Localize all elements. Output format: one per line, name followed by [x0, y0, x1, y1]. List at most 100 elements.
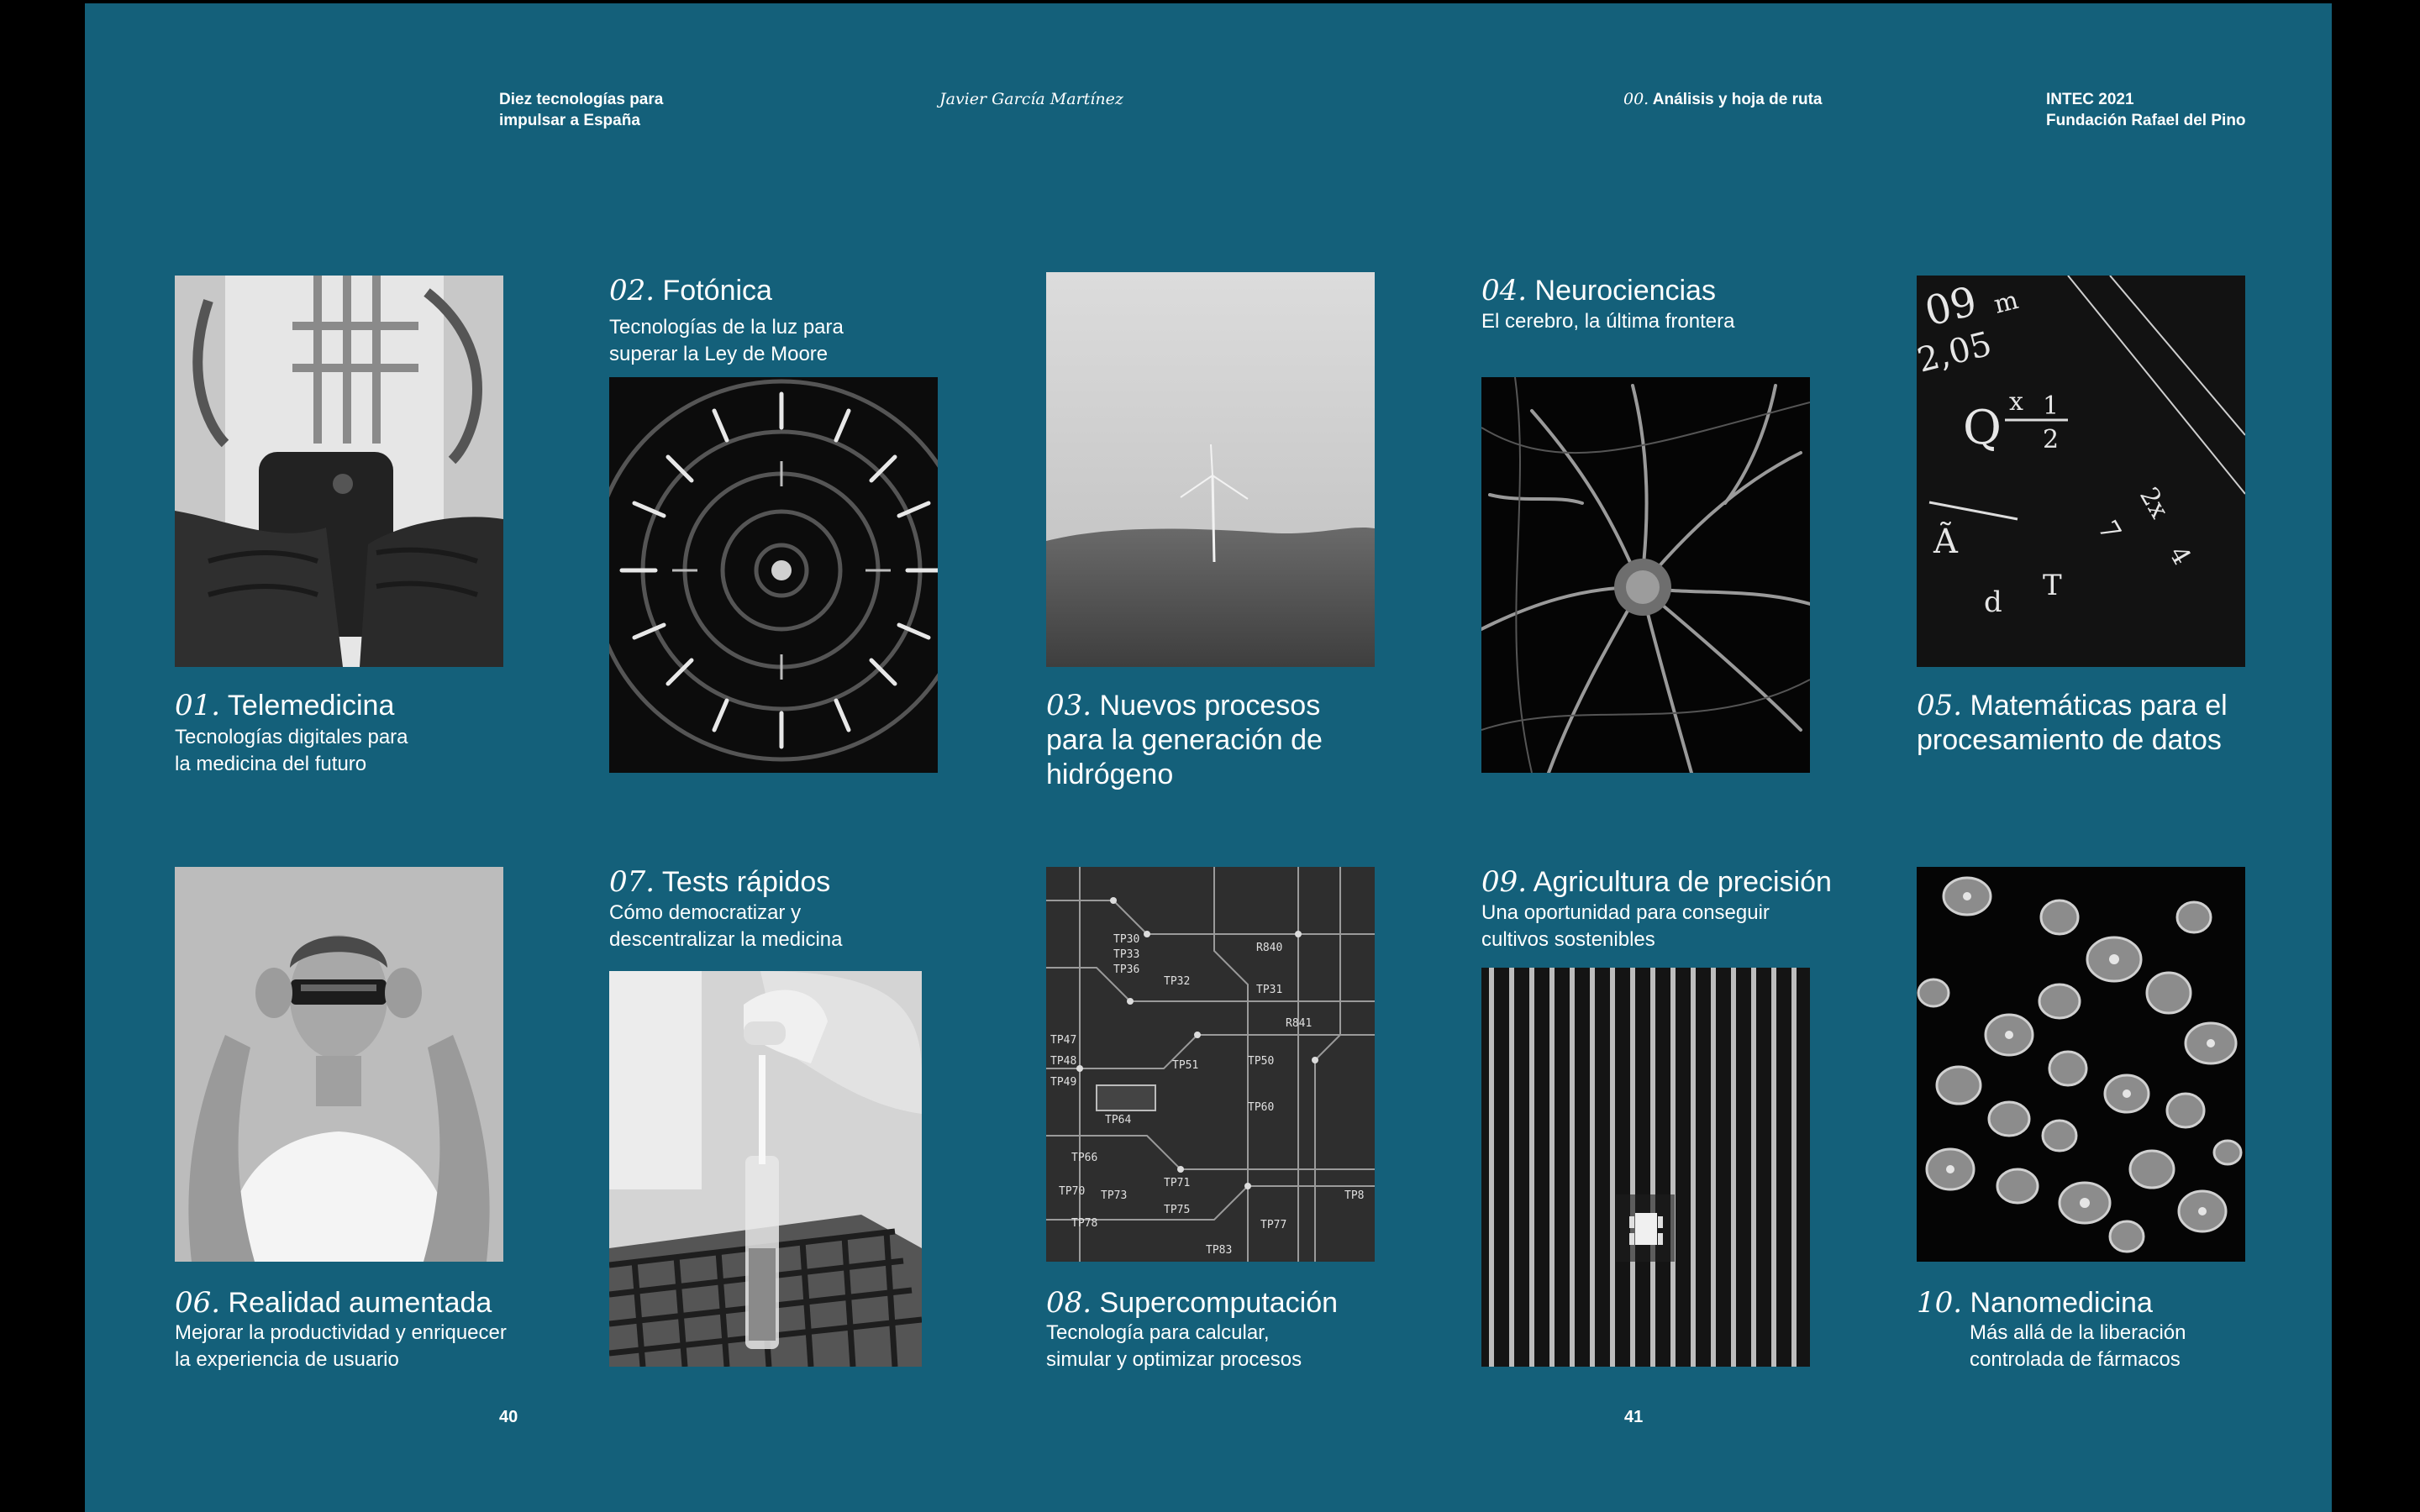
item-07-subtitle: Cómo democratizar y descentralizar la me…	[609, 900, 842, 953]
item-07-sub1: Cómo democratizar y	[609, 901, 802, 924]
item-06-subtitle: Mejorar la productividad y enriquecer la…	[175, 1320, 507, 1373]
page-number-right: 41	[1624, 1408, 1644, 1426]
item-06-sub2: la experiencia de usuario	[175, 1348, 399, 1371]
item-10-title-text: Nanomedicina	[1970, 1287, 2153, 1319]
chalk-text-7: Q	[1963, 401, 2002, 455]
item-06-sub1: Mejorar la productividad y enriquecer	[175, 1321, 507, 1344]
circuit-label-14: TP64	[1105, 1114, 1131, 1126]
circuit-label-17: TP73	[1101, 1189, 1127, 1202]
item-09-subtitle: Una oportunidad para conseguir cultivos …	[1481, 900, 1770, 953]
item-02-title-text: Fotónica	[662, 275, 772, 307]
item-10-sub2: controlada de fármacos	[1970, 1348, 2181, 1371]
item-09-number: 09.	[1481, 865, 1528, 899]
item-04-sub1: El cerebro, la última frontera	[1481, 310, 1735, 333]
image-radial-light-ceiling	[609, 377, 938, 773]
circuit-label-21: TP78	[1071, 1217, 1097, 1230]
item-01-title-text: Telemedicina	[227, 690, 395, 722]
book-title-line2: impulsar a España	[499, 112, 640, 129]
image-circuit-board: TP30 TP33 TP36 TP32 R840 TP31 R841 TP47 …	[1046, 867, 1375, 1262]
item-01-number: 01.	[175, 689, 221, 722]
item-02-number: 02.	[609, 274, 655, 307]
item-09-title-text: Agricultura de precisión	[1533, 866, 1832, 898]
item-08-number: 08.	[1046, 1286, 1092, 1320]
chalk-text-6: 2	[2043, 425, 2059, 454]
circuit-label-5: R840	[1256, 942, 1282, 954]
item-03-title-line2: para la generación de	[1046, 724, 1323, 756]
circuit-label-4: TP32	[1164, 975, 1190, 988]
author-name: Javier García Martínez	[939, 90, 1123, 108]
item-02-sub2: superar la Ley de Moore	[609, 343, 829, 365]
section-number: 00.	[1623, 90, 1649, 108]
item-01-subtitle: Tecnologías digitales para la medicina d…	[175, 724, 408, 778]
item-10-subtitle: Más allá de la liberación controlada de …	[1970, 1320, 2186, 1373]
item-02-title: 02. Fotónica	[609, 274, 772, 308]
circuit-label-18: TP71	[1164, 1177, 1190, 1189]
image-chalkboard-equations: 09 m 2,05 x 1 2 Q 7 2x 4 Ã d T	[1917, 276, 2245, 667]
page-number-left: 40	[499, 1408, 518, 1426]
circuit-label-12: TP50	[1248, 1055, 1274, 1068]
item-09-sub1: Una oportunidad para conseguir	[1481, 901, 1770, 924]
item-05-number: 05.	[1917, 689, 1963, 722]
circuit-label-9: TP48	[1050, 1055, 1076, 1068]
item-09-sub2: cultivos sostenibles	[1481, 928, 1655, 951]
item-08-sub1: Tecnología para calcular,	[1046, 1321, 1270, 1344]
image-doctor-smartphone	[175, 276, 503, 667]
circuit-label-13: TP60	[1248, 1101, 1274, 1114]
section-title: Análisis y hoja de ruta	[1652, 91, 1823, 108]
circuit-label-11: TP51	[1172, 1059, 1198, 1072]
circuit-label-7: R841	[1286, 1017, 1312, 1030]
item-01-sub2: la medicina del futuro	[175, 753, 367, 775]
image-wind-turbine-landscape	[1046, 272, 1375, 667]
item-07-number: 07.	[609, 865, 655, 899]
item-10-sub1: Más allá de la liberación	[1970, 1321, 2186, 1344]
author: Javier García Martínez	[939, 89, 1123, 110]
item-04-subtitle: El cerebro, la última frontera	[1481, 308, 1734, 335]
item-08-title: 08. Supercomputación	[1046, 1286, 1338, 1320]
circuit-label-3: TP36	[1113, 963, 1139, 976]
spread-page: Diez tecnologías para impulsar a España …	[85, 3, 2332, 1512]
item-06-title: 06. Realidad aumentada	[175, 1286, 492, 1320]
item-08-title-text: Supercomputación	[1099, 1287, 1339, 1319]
item-05-title: 05. Matemáticas para el procesamiento de…	[1917, 689, 2228, 758]
item-06-number: 06.	[175, 1286, 221, 1320]
item-04-title-text: Neurociencias	[1534, 275, 1716, 307]
item-07-title-text: Tests rápidos	[661, 866, 831, 898]
circuit-label-8: TP47	[1050, 1034, 1076, 1047]
item-01-sub1: Tecnologías digitales para	[175, 726, 408, 748]
circuit-label-16: TP70	[1059, 1185, 1085, 1198]
item-09-title: 09. Agricultura de precisión	[1481, 865, 1832, 900]
circuit-label-2: TP33	[1113, 948, 1139, 961]
image-neuron	[1481, 377, 1810, 773]
item-04-title: 04. Neurociencias	[1481, 274, 1716, 308]
item-10-title: 10. Nanomedicina	[1917, 1286, 2153, 1320]
item-05-title-line2: procesamiento de datos	[1917, 724, 2222, 756]
item-04-number: 04.	[1481, 274, 1528, 307]
org-line1: INTEC 2021	[2046, 91, 2134, 108]
image-cells-microscopy	[1917, 867, 2245, 1262]
item-03-title-line1: Nuevos procesos	[1099, 690, 1321, 722]
circuit-label-23: TP8	[1344, 1189, 1364, 1202]
section-header: 00. Análisis y hoja de ruta	[1623, 89, 1822, 110]
item-05-title-line1: Matemáticas para el	[1970, 690, 2228, 722]
image-test-tube-rack	[609, 971, 922, 1367]
item-07-sub2: descentralizar la medicina	[609, 928, 843, 951]
organization: INTEC 2021 Fundación Rafael del Pino	[2046, 89, 2246, 131]
chalk-text-5: 1	[2043, 391, 2059, 421]
circuit-label-1: TP30	[1113, 933, 1139, 946]
chalk-text-13: T	[2043, 569, 2062, 602]
item-02-subtitle: Tecnologías de la luz para superar la Le…	[609, 314, 844, 368]
image-ar-glasses-person	[175, 867, 503, 1262]
circuit-label-6: TP31	[1256, 984, 1282, 996]
item-08-sub2: simular y optimizar procesos	[1046, 1348, 1302, 1371]
circuit-label-10: TP49	[1050, 1076, 1076, 1089]
item-01-title: 01. Telemedicina	[175, 689, 394, 723]
book-title: Diez tecnologías para impulsar a España	[499, 89, 663, 131]
chalk-text-4: x	[2009, 387, 2023, 417]
circuit-label-15: TP66	[1071, 1152, 1097, 1164]
item-03-number: 03.	[1046, 689, 1092, 722]
chalk-text-11: Ã	[1933, 522, 1959, 561]
item-03-title: 03. Nuevos procesos para la generación d…	[1046, 689, 1323, 792]
item-10-number: 10.	[1917, 1286, 1963, 1320]
circuit-label-19: TP75	[1164, 1204, 1190, 1216]
circuit-label-22: TP83	[1206, 1244, 1232, 1257]
